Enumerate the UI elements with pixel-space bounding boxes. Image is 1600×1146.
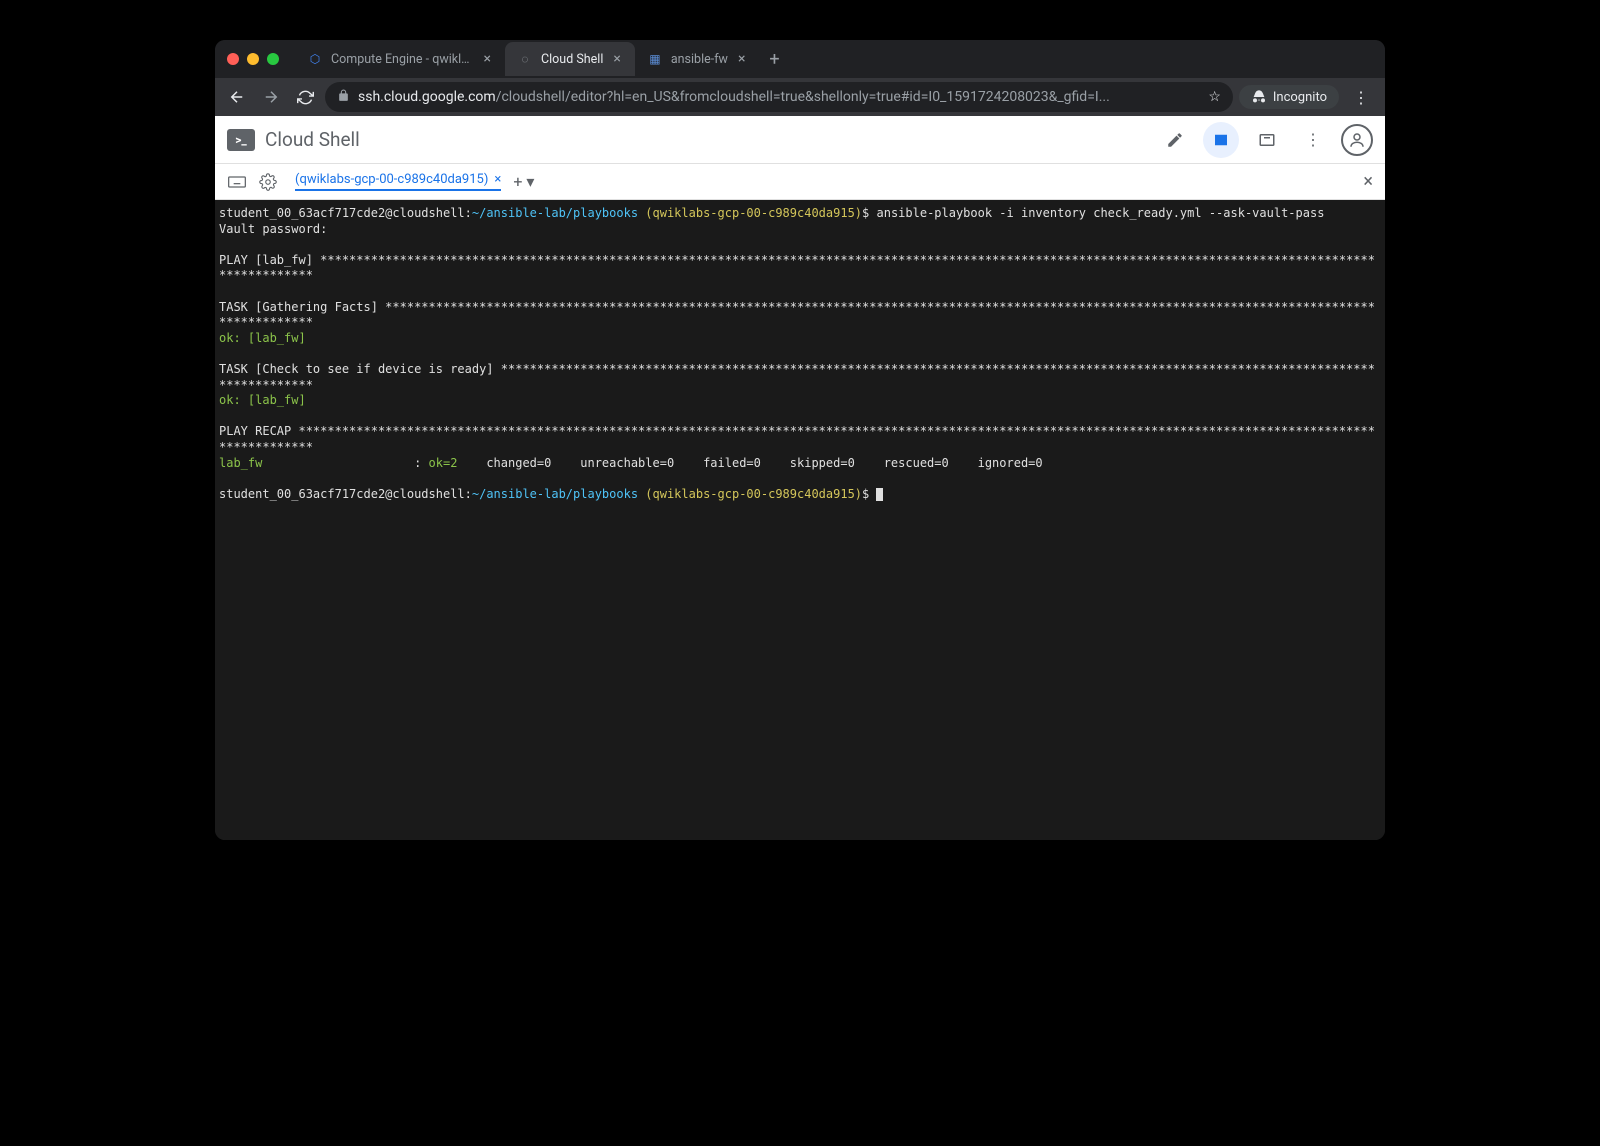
url-input[interactable]: ssh.cloud.google.com/cloudshell/editor?h… xyxy=(325,82,1233,112)
maximize-window-button[interactable] xyxy=(267,53,279,65)
close-window-button[interactable] xyxy=(227,53,239,65)
cloud-shell-logo-icon: >_ xyxy=(227,129,255,151)
minimize-window-button[interactable] xyxy=(247,53,259,65)
panos-icon: ▦ xyxy=(647,51,663,67)
address-bar: ssh.cloud.google.com/cloudshell/editor?h… xyxy=(215,78,1385,116)
user-avatar[interactable] xyxy=(1341,124,1373,156)
more-menu-button[interactable]: ⋮ xyxy=(1295,122,1331,158)
cloud-shell-icon: ◌ xyxy=(517,51,533,67)
close-panel-button[interactable]: × xyxy=(1363,171,1373,192)
window-controls xyxy=(227,53,279,65)
forward-button[interactable] xyxy=(257,83,285,111)
terminal-toggle-button[interactable] xyxy=(1203,122,1239,158)
incognito-icon xyxy=(1251,89,1267,105)
back-button[interactable] xyxy=(223,83,251,111)
browser-window: ⬡ Compute Engine - qwiklabs-gc × ◌ Cloud… xyxy=(215,40,1385,840)
incognito-label: Incognito xyxy=(1273,90,1327,105)
bookmark-star-icon[interactable]: ☆ xyxy=(1208,89,1221,105)
tab-title: Cloud Shell xyxy=(541,52,603,67)
new-tab-button[interactable]: + xyxy=(759,49,789,70)
close-terminal-tab-icon[interactable]: × xyxy=(494,172,501,187)
new-window-button[interactable] xyxy=(1249,122,1285,158)
terminal-output[interactable]: student_00_63acf717cde2@cloudshell:~/ans… xyxy=(215,200,1385,840)
browser-menu-button[interactable]: ⋮ xyxy=(1345,88,1377,107)
terminal-tab-label: (qwiklabs-gcp-00-c989c40da915) xyxy=(295,172,488,187)
url-text: ssh.cloud.google.com/cloudshell/editor?h… xyxy=(358,89,1200,105)
tab-title: Compute Engine - qwiklabs-gc xyxy=(331,52,474,67)
browser-tab-compute-engine[interactable]: ⬡ Compute Engine - qwiklabs-gc × xyxy=(295,42,505,76)
cloud-shell-header: >_ Cloud Shell ⋮ xyxy=(215,116,1385,164)
gcp-icon: ⬡ xyxy=(307,51,323,67)
close-tab-icon[interactable]: × xyxy=(611,51,622,67)
app-title: Cloud Shell xyxy=(265,128,1147,151)
keyboard-icon[interactable] xyxy=(227,172,247,192)
edit-button[interactable] xyxy=(1157,122,1193,158)
incognito-badge: Incognito xyxy=(1239,85,1339,109)
settings-gear-icon[interactable] xyxy=(259,173,277,191)
browser-tabs: ⬡ Compute Engine - qwiklabs-gc × ◌ Cloud… xyxy=(295,40,1373,78)
tab-title: ansible-fw xyxy=(671,52,728,67)
reload-button[interactable] xyxy=(291,83,319,111)
terminal-tab-project[interactable]: (qwiklabs-gcp-00-c989c40da915) × xyxy=(295,172,501,191)
browser-tab-ansible-fw[interactable]: ▦ ansible-fw × xyxy=(635,42,760,76)
add-terminal-tab-button[interactable]: + ▾ xyxy=(513,172,534,191)
close-tab-icon[interactable]: × xyxy=(736,51,747,67)
close-tab-icon[interactable]: × xyxy=(482,51,493,67)
titlebar: ⬡ Compute Engine - qwiklabs-gc × ◌ Cloud… xyxy=(215,40,1385,78)
terminal-cursor xyxy=(876,488,883,501)
terminal-tabs: (qwiklabs-gcp-00-c989c40da915) × + ▾ × xyxy=(215,164,1385,200)
browser-tab-cloud-shell[interactable]: ◌ Cloud Shell × xyxy=(505,42,635,76)
lock-icon xyxy=(337,89,350,106)
